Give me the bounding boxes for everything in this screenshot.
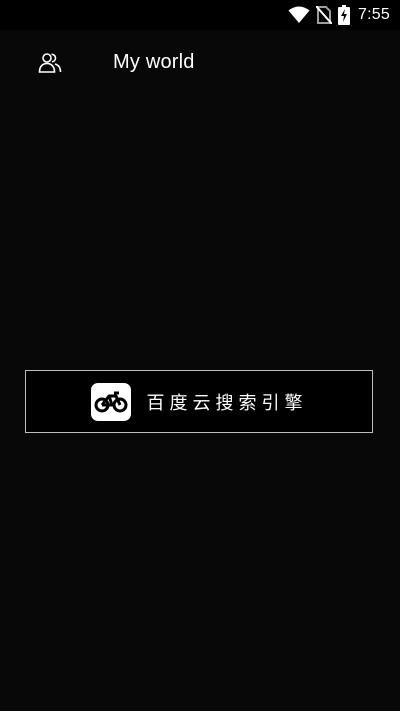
status-bar: 7:55	[0, 0, 400, 30]
page-title: My world	[113, 51, 195, 73]
no-sim-icon	[316, 6, 333, 24]
bicycle-icon	[90, 382, 131, 421]
wifi-icon	[288, 6, 310, 24]
status-icons: 7:55	[288, 0, 390, 30]
app-card[interactable]: 百度云搜索引擎	[25, 370, 373, 433]
users-icon[interactable]	[36, 50, 64, 76]
app-bar: My world	[0, 30, 400, 96]
status-time: 7:55	[358, 6, 390, 23]
battery-charging-icon	[338, 5, 351, 25]
app-name: 百度云搜索引擎	[146, 392, 308, 414]
